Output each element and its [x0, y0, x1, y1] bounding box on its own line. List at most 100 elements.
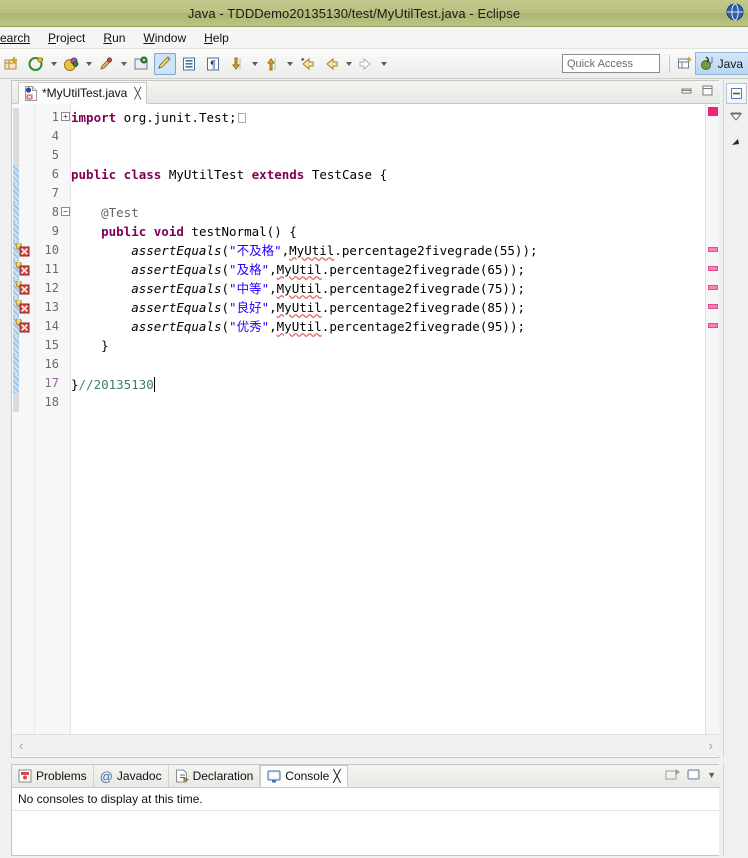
maximize-icon[interactable]	[701, 84, 714, 97]
debug-icon[interactable]	[25, 53, 47, 75]
run-icon[interactable]	[60, 53, 82, 75]
open-type-icon[interactable]	[178, 53, 200, 75]
run-dropdown-icon[interactable]	[83, 53, 94, 75]
code-line[interactable]: public class MyUtilTest extends TestCase…	[71, 165, 387, 184]
overview-ruler-error-mark[interactable]	[708, 247, 718, 252]
tab-problems[interactable]: Problems	[12, 765, 94, 787]
fold-expand-icon[interactable]: +	[61, 112, 70, 121]
menu-project-label: roject	[56, 30, 86, 45]
menu-window[interactable]: Window	[134, 29, 195, 47]
console-menu-arrow[interactable]: ▼	[707, 770, 716, 780]
console-output[interactable]: No consoles to display at this time.	[13, 788, 719, 855]
code-line[interactable]: }//20135130	[71, 374, 155, 393]
quick-access-input[interactable]: Quick Access	[562, 54, 660, 73]
code-line[interactable]: assertEquals("不及格",MyUtil.percentage2fiv…	[71, 241, 537, 260]
menu-search[interactable]: earch	[0, 29, 39, 47]
previous-annotation-dropdown-icon[interactable]	[284, 53, 295, 75]
code-token: testNormal() {	[191, 224, 297, 239]
pilcrow-icon[interactable]: ¶	[202, 53, 224, 75]
code-line[interactable]: }	[71, 336, 109, 355]
next-annotation-icon[interactable]	[226, 53, 248, 75]
code-line[interactable]: assertEquals("优秀",MyUtil.percentage2five…	[71, 317, 525, 336]
close-icon[interactable]: ╳	[333, 769, 340, 783]
code-line[interactable]: @Test	[71, 203, 139, 222]
scroll-left-icon[interactable]: ‹	[19, 738, 23, 753]
editor-area: *MyUtilTest.java ╳ 1 4 5 6 7 8 9 10 11 12 13 14 15 16…	[11, 80, 720, 758]
code-text-region[interactable]: import org.junit.Test; public class MyUti…	[71, 104, 719, 734]
annotation-gutter[interactable]	[13, 104, 35, 734]
back-icon[interactable]	[320, 53, 342, 75]
overview-ruler-error-mark[interactable]	[708, 323, 718, 328]
tab-console-label: Console	[285, 769, 330, 783]
error-marker-icon[interactable]	[14, 243, 31, 258]
editor-horizontal-scrollbar[interactable]: ‹ ›	[13, 734, 719, 756]
editor-tab-myutiltest[interactable]: *MyUtilTest.java ╳	[18, 82, 147, 104]
change-bar	[13, 165, 19, 184]
code-token: "良好"	[229, 300, 270, 315]
ruler-error-summary[interactable]	[708, 107, 718, 116]
fold-collapse-icon[interactable]: −	[61, 207, 70, 216]
open-console-icon[interactable]	[665, 768, 680, 782]
previous-annotation-icon[interactable]	[261, 53, 283, 75]
new-wizard-icon[interactable]	[1, 53, 23, 75]
open-perspective-icon[interactable]	[674, 53, 696, 74]
new-java-package-icon[interactable]	[130, 53, 152, 75]
code-line[interactable]: public void testNormal() {	[71, 222, 297, 241]
bottom-tab-row[interactable]: Problems @ Javadoc Declaration Console ╳…	[12, 765, 720, 788]
external-tools-dropdown-icon[interactable]	[118, 53, 129, 75]
overview-ruler-error-mark[interactable]	[708, 266, 718, 271]
line-number: 7	[51, 186, 59, 200]
code-token: assertEquals	[71, 281, 222, 296]
menu-help[interactable]: Help	[195, 29, 238, 47]
restore-view-icon[interactable]	[725, 83, 747, 104]
error-marker-icon[interactable]	[14, 300, 31, 315]
code-line[interactable]: assertEquals("及格",MyUtil.percentage2five…	[71, 260, 525, 279]
code-line[interactable]: assertEquals("良好",MyUtil.percentage2five…	[71, 298, 525, 317]
overview-ruler-error-mark[interactable]	[708, 285, 718, 290]
collapsed-region-box[interactable]	[237, 113, 246, 123]
tab-javadoc[interactable]: @ Javadoc	[94, 765, 169, 787]
quick-diff-bar	[13, 393, 19, 412]
bottom-view-area: Problems @ Javadoc Declaration Console ╳…	[11, 764, 720, 856]
line-number-gutter: 1 4 5 6 7 8 9 10 11 12 13 14 15 16 17 18	[35, 104, 61, 734]
debug-dropdown-icon[interactable]	[48, 53, 59, 75]
menu-search-label: earch	[0, 30, 31, 45]
display-selected-console-icon[interactable]	[686, 768, 701, 782]
console-divider	[13, 810, 719, 811]
minimize-view-icon[interactable]	[726, 107, 747, 128]
forward-icon[interactable]	[355, 53, 377, 75]
back-dropdown-icon[interactable]	[343, 53, 354, 75]
last-edit-location-icon[interactable]	[296, 53, 318, 75]
main-toolbar[interactable]: ¶ Quick Access J Java	[0, 49, 748, 79]
new-java-class-icon[interactable]	[154, 52, 176, 75]
menu-project[interactable]: Project	[39, 29, 94, 47]
close-icon[interactable]: ╳	[134, 87, 141, 100]
menu-run-mnemonic: R	[103, 30, 113, 45]
external-tools-icon[interactable]	[95, 53, 117, 75]
overview-ruler[interactable]: ^	[705, 104, 719, 734]
code-editor[interactable]: 1 4 5 6 7 8 9 10 11 12 13 14 15 16 17 18 + − import org.…	[13, 104, 719, 734]
fast-view-icon[interactable]	[726, 131, 747, 152]
code-token: "不及格"	[229, 243, 282, 258]
error-marker-icon[interactable]	[14, 262, 31, 277]
forward-dropdown-icon[interactable]	[378, 53, 389, 75]
menu-run[interactable]: Run	[94, 29, 134, 47]
scroll-right-icon[interactable]: ›	[709, 738, 713, 753]
folding-gutter[interactable]: + −	[61, 104, 71, 734]
bottom-window-buttons: ▼	[665, 768, 716, 782]
overview-ruler-error-mark[interactable]	[708, 304, 718, 309]
code-token: @Test	[71, 205, 139, 220]
error-marker-icon[interactable]	[14, 319, 31, 334]
console-message: No consoles to display at this time.	[18, 792, 203, 806]
line-number: 18	[44, 395, 59, 409]
tab-console[interactable]: Console ╳	[260, 765, 348, 787]
minimize-icon[interactable]	[680, 84, 693, 97]
perspective-java-button[interactable]: J Java	[694, 52, 748, 75]
menu-bar[interactable]: earch Project Run Window Help	[0, 27, 748, 49]
code-line[interactable]: import org.junit.Test;	[71, 108, 246, 127]
tab-declaration[interactable]: Declaration	[169, 765, 261, 787]
error-marker-icon[interactable]	[14, 281, 31, 296]
code-line[interactable]: assertEquals("中等",MyUtil.percentage2five…	[71, 279, 525, 298]
next-annotation-dropdown-icon[interactable]	[249, 53, 260, 75]
toolbar-divider	[669, 55, 670, 73]
